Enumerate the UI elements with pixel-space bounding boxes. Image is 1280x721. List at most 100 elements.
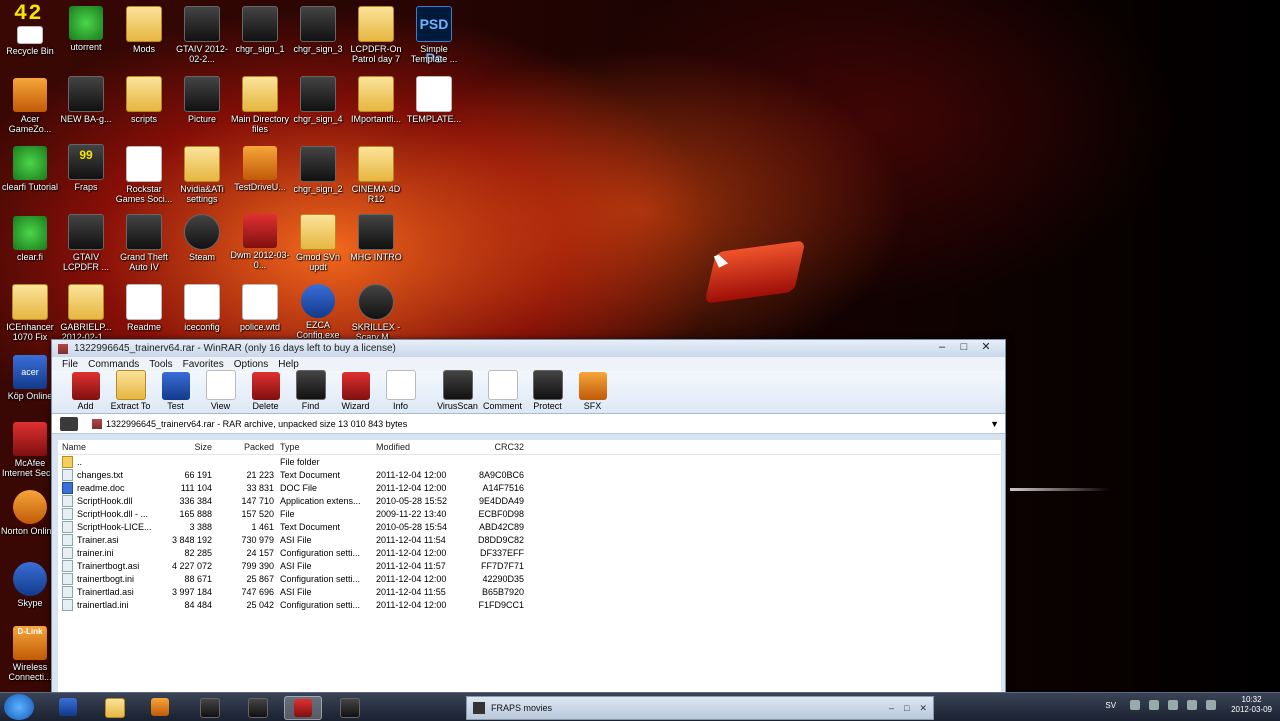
desktop-icon-iceconfig[interactable]: iceconfig xyxy=(172,284,232,332)
column-modified[interactable]: Modified xyxy=(372,442,460,452)
taskbar-app-4[interactable] xyxy=(192,696,228,718)
menu-commands[interactable]: Commands xyxy=(84,359,145,370)
table-row[interactable]: Trainertbogt.asi 4 227 072 799 390 ASI File… xyxy=(58,559,1001,572)
desktop-icon-picture[interactable]: Picture xyxy=(172,76,232,124)
clock[interactable]: 10:32 2012-03-09 xyxy=(1231,695,1272,715)
tray-security-icon[interactable] xyxy=(1168,700,1179,710)
desktop-icon-chgr-sign-3[interactable]: chgr_sign_3 xyxy=(288,6,348,54)
desktop-icon-template[interactable]: TEMPLATE... xyxy=(404,76,464,124)
desktop-icon-fraps[interactable]: 99 Fraps xyxy=(56,144,116,192)
view-button[interactable]: View xyxy=(199,370,242,413)
table-row[interactable]: Trainertlad.asi 3 997 184 747 696 ASI File 2… xyxy=(58,585,1001,598)
desktop-icon-steam[interactable]: Steam xyxy=(172,214,232,262)
tray-arrow-icon[interactable] xyxy=(1130,700,1141,710)
column-crc32[interactable]: CRC32 xyxy=(460,442,524,452)
desktop-icon-chgr-sign-4[interactable]: chgr_sign_4 xyxy=(288,76,348,124)
up-folder-button[interactable] xyxy=(60,416,78,431)
file-packed: 1 461 xyxy=(251,521,274,532)
desktop-icon-gtaiv-lcpdfr[interactable]: GTAIV LCPDFR ... xyxy=(56,214,116,272)
desktop-icon-clearfi[interactable]: clear.fi xyxy=(0,216,60,262)
menu-favorites[interactable]: Favorites xyxy=(179,359,230,370)
desktop-icon-scripts[interactable]: scripts xyxy=(114,76,174,124)
taskbar-explorer[interactable] xyxy=(97,696,133,718)
menu-help[interactable]: Help xyxy=(274,359,305,370)
desktop-icon-mods[interactable]: Mods xyxy=(114,6,174,54)
start-button[interactable] xyxy=(4,694,34,720)
info-button[interactable]: Info xyxy=(379,370,422,413)
add-button[interactable]: Add xyxy=(64,372,107,413)
maximize-button[interactable]: □ xyxy=(955,341,973,354)
desktop-icon-gmod-svn[interactable]: Gmod SVn updt xyxy=(288,214,348,272)
desktop-icon-police-wtd[interactable]: police.wtd xyxy=(230,284,290,332)
desktop-icon-acer-gamezone[interactable]: Acer GameZo... xyxy=(0,78,60,134)
taskbar-winrar[interactable] xyxy=(284,696,322,720)
desktop-icon-new-ba[interactable]: NEW BA-g... xyxy=(56,76,116,124)
extract-to-button[interactable]: Extract To xyxy=(109,370,152,413)
desktop-icon-chgr-sign-2[interactable]: chgr_sign_2 xyxy=(288,146,348,194)
desktop-icon-chgr-sign-1[interactable]: chgr_sign_1 xyxy=(230,6,290,54)
desktop-icon-gabrielp[interactable]: GABRIELP... 2012-02-1... xyxy=(56,284,116,342)
desktop-icon-gta-iv[interactable]: Grand Theft Auto IV xyxy=(114,214,174,272)
desktop-icon-ezca-config[interactable]: EZCA Config.exe xyxy=(288,284,348,340)
desktop-icon-main-directory[interactable]: Main Directory files xyxy=(230,76,290,134)
menu-tools[interactable]: Tools xyxy=(145,359,178,370)
desktop-icon-simple-template-psd[interactable]: PSD Ps Simple Template ... xyxy=(404,6,464,66)
table-row[interactable]: Trainer.asi 3 848 192 730 979 ASI File 2011-… xyxy=(58,533,1001,546)
desktop-icon-testdrive[interactable]: TestDriveU... xyxy=(230,146,290,192)
desktop-icon-rockstar-social[interactable]: Rockstar Games Soci... xyxy=(114,146,174,204)
desktop-icon-lcpdfr-on-patrol[interactable]: LCPDFR-On Patrol day 7 xyxy=(346,6,406,64)
fraps-restore-button[interactable]: □ xyxy=(904,703,909,714)
virusscan-button[interactable]: VirusScan xyxy=(436,370,479,413)
desktop-icon-skrillex[interactable]: SKRILLEX - Scary M... xyxy=(346,284,406,342)
desktop-icon-nvidia-ati[interactable]: Nvidia&ATi settings xyxy=(172,146,232,204)
comment-button[interactable]: Comment xyxy=(481,370,524,413)
fraps-movies-window[interactable]: FRAPS movies – □ ✕ xyxy=(466,696,934,720)
add-icon xyxy=(71,372,100,400)
taskbar-ie[interactable] xyxy=(50,696,86,718)
desktop-icon-dwm[interactable]: Dwm 2012-03-0... xyxy=(230,214,290,270)
tray-network-icon[interactable] xyxy=(1149,700,1160,710)
desktop-icon-utorrent[interactable]: utorrent xyxy=(56,6,116,52)
close-button[interactable]: ✕ xyxy=(977,341,995,354)
table-row[interactable]: ScriptHook-LICE... 3 388 1 461 Text Documen… xyxy=(58,520,1001,533)
taskbar-fraps[interactable] xyxy=(332,696,368,718)
desktop-icon-gtaiv-video[interactable]: GTAIV 2012-02-2... xyxy=(172,6,232,64)
desktop-icon-mhg-intro[interactable]: MHG INTRO xyxy=(346,214,406,262)
table-row[interactable]: ScriptHook.dll 336 384 147 710 Application … xyxy=(58,494,1001,507)
column-size[interactable]: Size xyxy=(152,442,212,452)
column-packed[interactable]: Packed xyxy=(212,442,274,452)
table-row[interactable]: readme.doc 111 104 33 831 DOC File 2011-12-0… xyxy=(58,481,1001,494)
desktop-icon-importantfiles[interactable]: IMportantfi... xyxy=(346,76,406,124)
table-row[interactable]: trainertbogt.ini 88 671 25 867 Configuratio… xyxy=(58,572,1001,585)
table-row[interactable]: ScriptHook.dll - ... 165 888 157 520 File 20… xyxy=(58,507,1001,520)
fraps-close-button[interactable]: ✕ xyxy=(919,703,927,714)
desktop-icon-clearfi-tutorial[interactable]: clearfi Tutorial xyxy=(0,146,60,192)
find-button[interactable]: Find xyxy=(289,370,332,413)
winrar-titlebar[interactable]: 1322996645_trainerv64.rar - WinRAR (only… xyxy=(52,340,1005,357)
table-row[interactable]: trainer.ini 82 285 24 157 Configuration set… xyxy=(58,546,1001,559)
column-type[interactable]: Type xyxy=(274,442,372,452)
taskbar-app-5[interactable] xyxy=(240,696,276,718)
table-row[interactable]: trainertlad.ini 84 484 25 042 Configuration… xyxy=(58,598,1001,611)
table-row[interactable]: changes.txt 66 191 21 223 Text Document 2011… xyxy=(58,468,1001,481)
delete-button[interactable]: Delete xyxy=(244,372,287,413)
tray-volume-icon[interactable] xyxy=(1187,700,1198,710)
test-button[interactable]: Test xyxy=(154,372,197,413)
minimize-button[interactable]: – xyxy=(933,341,951,354)
protect-button[interactable]: Protect xyxy=(526,370,569,413)
sfx-button[interactable]: SFX xyxy=(571,372,614,413)
desktop-icon-icenhancer-fix[interactable]: ICEnhancer 1070 Fix xyxy=(0,284,60,342)
wizard-button[interactable]: Wizard xyxy=(334,372,377,413)
chevron-down-icon[interactable]: ▼ xyxy=(990,419,999,429)
taskbar-media-player[interactable] xyxy=(142,696,178,718)
language-indicator[interactable]: SV xyxy=(1105,701,1116,710)
desktop-icon-recycle-bin[interactable]: Recycle Bin xyxy=(0,26,60,56)
menu-options[interactable]: Options xyxy=(230,359,274,370)
tray-signal-icon[interactable] xyxy=(1206,700,1217,710)
table-row[interactable]: .. File folder xyxy=(58,455,1001,468)
column-name[interactable]: Name xyxy=(58,442,152,452)
fraps-minimize-button[interactable]: – xyxy=(889,703,894,714)
desktop-icon-cinema4d[interactable]: CINEMA 4D R12 xyxy=(346,146,406,204)
menu-file[interactable]: File xyxy=(58,359,84,370)
desktop-icon-readme[interactable]: Readme xyxy=(114,284,174,332)
